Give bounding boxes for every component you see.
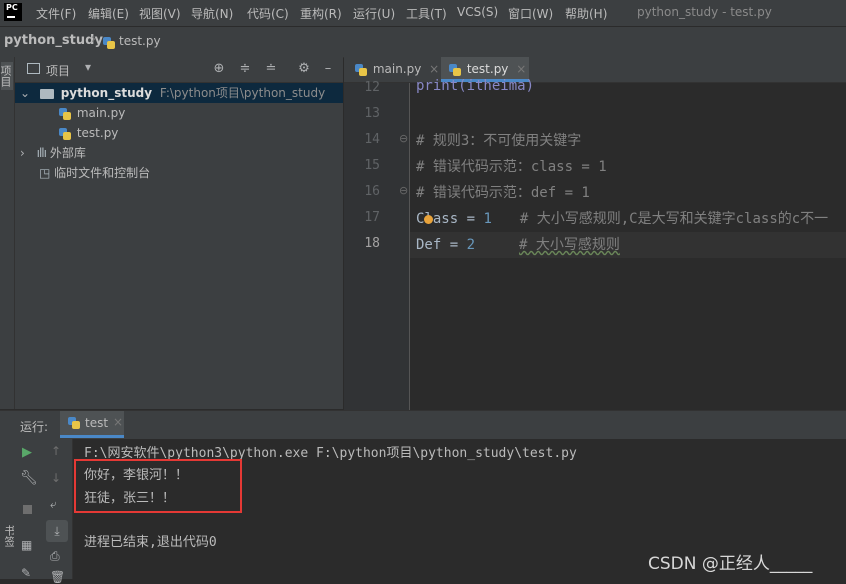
- fold-marker-icon[interactable]: ⊖: [399, 184, 408, 197]
- code-comment: # 大小写感规则,C是大写和关键字class的c不一: [519, 211, 829, 227]
- menu-edit[interactable]: 编辑(E): [88, 5, 129, 22]
- menu-navigate[interactable]: 导航(N): [191, 5, 233, 22]
- tree-item-label: main.py: [76, 106, 126, 120]
- code-number: 1: [483, 211, 492, 227]
- tree-item-label: test.py: [76, 126, 119, 140]
- project-tool-window-button[interactable]: 项目: [0, 62, 13, 90]
- project-root-row[interactable]: ⌄ python_study F:\python项目\python_study: [20, 83, 325, 103]
- up-arrow-icon[interactable]: ↑: [51, 444, 61, 458]
- tree-item-test-py[interactable]: test.py: [59, 123, 118, 143]
- delete-icon[interactable]: 🗑︎: [50, 570, 65, 584]
- gutter-divider: [409, 83, 410, 410]
- print-icon[interactable]: ⎙: [50, 549, 60, 564]
- code-line-16: # 错误代码示范：def = 1: [416, 185, 590, 201]
- code-operator: =: [441, 237, 467, 253]
- rerun-icon[interactable]: ▶: [22, 445, 32, 460]
- dropdown-arrow-icon[interactable]: ▾: [85, 60, 91, 74]
- line-number: 18: [364, 236, 380, 251]
- menu-tools[interactable]: 工具(T): [406, 5, 447, 22]
- locate-icon[interactable]: ⊕: [211, 61, 227, 77]
- pycharm-logo: PC: [4, 3, 22, 21]
- close-icon[interactable]: ×: [516, 62, 526, 76]
- tab-label: test.py: [466, 62, 509, 76]
- code-line-12: print(itheima): [416, 78, 535, 94]
- pin-icon[interactable]: ✎: [21, 566, 31, 580]
- python-file-icon: [59, 127, 71, 140]
- menu-help[interactable]: 帮助(H): [565, 5, 607, 22]
- left-tool-strip: [0, 57, 15, 409]
- folder-icon: [39, 88, 54, 99]
- expand-all-icon[interactable]: ≑: [237, 61, 253, 77]
- bottom-left-strip: [0, 439, 15, 579]
- tree-item-external-libraries[interactable]: › ıllı 外部库: [20, 143, 86, 163]
- breadcrumb-file[interactable]: test.py: [119, 34, 161, 48]
- menu-run[interactable]: 运行(U): [353, 5, 395, 22]
- run-panel-header: [0, 410, 846, 439]
- chevron-down-icon: ⌄: [20, 86, 31, 100]
- fold-marker-icon[interactable]: ⊖: [399, 132, 408, 145]
- menu-file[interactable]: 文件(F): [36, 5, 76, 22]
- line-number: 13: [364, 106, 380, 121]
- code-line-18: Def = 2 # 大小写感规则: [416, 234, 620, 254]
- window-title: python_study - test.py: [637, 5, 772, 19]
- code-identifier: Class: [416, 211, 459, 227]
- python-file-icon: [355, 63, 367, 76]
- menu-vcs[interactable]: VCS(S): [457, 5, 498, 19]
- python-file-icon: [59, 107, 71, 120]
- line-number: 12: [364, 80, 380, 95]
- code-line-17: Class = 1 # 大小写感规则,C是大写和关键字class的c不一: [416, 208, 828, 228]
- collapse-all-icon[interactable]: ≐: [263, 61, 279, 77]
- line-number: 15: [364, 158, 380, 173]
- tree-item-scratches[interactable]: ◳ 临时文件和控制台: [39, 163, 150, 183]
- python-file-icon: [103, 36, 115, 49]
- tree-item-label: 外部库: [49, 146, 86, 160]
- run-label: 运行:: [20, 420, 49, 434]
- layout-icon[interactable]: ▦: [21, 538, 32, 552]
- project-root-path: F:\python项目\python_study: [159, 86, 326, 100]
- tree-item-main-py[interactable]: main.py: [59, 103, 125, 123]
- line-number: 16: [364, 184, 380, 199]
- down-arrow-icon[interactable]: ↓: [51, 471, 61, 485]
- highlight-box: [74, 459, 242, 513]
- run-tab-test[interactable]: test ×: [60, 411, 124, 438]
- code-identifier: Def: [416, 237, 442, 253]
- lightbulb-icon[interactable]: [424, 215, 433, 224]
- wrench-icon[interactable]: 🔧︎: [20, 470, 38, 486]
- console-exit-message: 进程已结束,退出代码0: [84, 535, 217, 550]
- python-file-icon: [68, 417, 80, 429]
- code-line-15: # 错误代码示范：class = 1: [416, 159, 607, 175]
- scroll-to-end-icon[interactable]: ⤓: [46, 520, 68, 542]
- project-view-label[interactable]: 项目: [46, 62, 70, 79]
- code-line-14: # 规则3：不可使用关键字: [416, 133, 582, 149]
- gear-icon[interactable]: ⚙: [296, 61, 312, 77]
- chevron-right-icon: ›: [20, 146, 25, 160]
- hide-icon[interactable]: –: [320, 61, 336, 77]
- line-number: 17: [364, 210, 380, 225]
- menu-refactor[interactable]: 重构(R): [300, 5, 342, 22]
- code-comment: # 大小写感规则: [519, 237, 620, 253]
- library-icon: ıllı: [36, 146, 47, 160]
- code-operator: =: [458, 211, 484, 227]
- breadcrumb-project[interactable]: python_study: [4, 33, 103, 48]
- soft-wrap-icon[interactable]: ⤶: [50, 497, 57, 512]
- project-root-name: python_study: [60, 86, 153, 100]
- menu-window[interactable]: 窗口(W): [508, 5, 553, 22]
- run-tab-label: test: [85, 416, 109, 430]
- menu-view[interactable]: 视图(V): [139, 5, 181, 22]
- code-number: 2: [466, 237, 476, 253]
- tab-label: main.py: [372, 62, 422, 76]
- menu-code[interactable]: 代码(C): [247, 5, 289, 22]
- breadcrumb-separator-icon: ›: [91, 32, 97, 47]
- project-view-icon: [27, 63, 40, 74]
- tree-item-label: 临时文件和控制台: [54, 166, 151, 180]
- scratches-icon: ◳: [39, 166, 51, 180]
- python-file-icon: [449, 63, 461, 76]
- close-icon[interactable]: ×: [429, 62, 439, 76]
- stop-icon[interactable]: [23, 505, 32, 514]
- watermark: CSDN @正经人_____: [648, 554, 813, 574]
- close-icon[interactable]: ×: [113, 415, 123, 429]
- line-number: 14: [364, 132, 380, 147]
